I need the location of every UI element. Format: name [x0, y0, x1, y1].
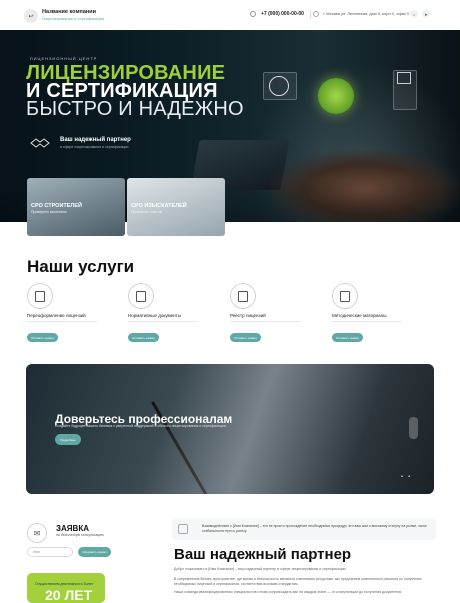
submit-request-button[interactable]: Оформить заявку — [78, 547, 111, 557]
location-icon — [313, 11, 319, 17]
phone-icon — [250, 11, 256, 17]
company-name[interactable]: Название компании — [42, 9, 96, 15]
bank-icon — [397, 72, 411, 84]
telegram-icon[interactable]: ➤ — [422, 10, 430, 18]
years-value: 20 ЛЕТ — [45, 587, 93, 603]
logo-icon[interactable]: ↩ — [24, 9, 38, 23]
service-label: Реестр лицензий — [230, 313, 266, 318]
hero-kicker: ЛИЦЕНЗИОННЫЙ ЦЕНТР — [30, 56, 98, 61]
about-paragraph: Наша команда квалифицированных специалис… — [174, 590, 402, 594]
banner-subtitle: Создайте будущее вашего бизнеса с уверен… — [55, 424, 226, 428]
phone-link[interactable]: +7 (000) 000-00-00 — [261, 11, 304, 17]
certificate-badge-icon — [318, 78, 354, 114]
trust-banner: Доверьтесь профессионалам Создайте будущ… — [26, 364, 434, 494]
service-label: Переоформление лицензий — [27, 313, 86, 318]
service-label: Методические материалы — [332, 313, 387, 318]
service-divider — [128, 321, 198, 322]
card-title: СРО СТРОИТЕЛЕЙ — [31, 203, 82, 209]
request-title: ЗАЯВКА — [56, 524, 89, 533]
card-subtitle: Проверено опытом — [131, 210, 163, 214]
quote-box: Взаимодействие с [Имя Компании] – это не… — [172, 518, 436, 540]
about-paragraph: В современном бизнес-пространстве, где в… — [174, 577, 422, 586]
card-title: СРО ИЗЫСКАТЕЛЕЙ — [131, 203, 187, 209]
address-text: г. Москва ул. Ленинская, дом 0, корп 0, … — [323, 11, 410, 16]
check-icon — [269, 76, 289, 96]
service-divider — [27, 321, 97, 322]
name-input[interactable]: Имя — [27, 547, 73, 557]
service-request-button[interactable]: Оставить заявку — [332, 333, 363, 342]
header-divider — [310, 10, 311, 18]
hero-partner-title: Ваш надежный партнер — [60, 137, 131, 143]
checklist-icon — [332, 283, 358, 309]
about-title: Ваш надежный партнер — [174, 546, 352, 563]
hero-partner-sub: в сфере лицензирования и сертификации — [60, 145, 129, 149]
services-title: Наши услуги — [27, 257, 135, 276]
about-paragraph: Добро пожаловать в [Имя Компании] – ваш … — [174, 567, 347, 571]
site-header: ↩ Название компании Лицензирование и сер… — [0, 0, 460, 30]
book-icon — [128, 283, 154, 309]
certificate-icon — [230, 283, 256, 309]
card-subtitle: Проверено качеством — [31, 210, 67, 214]
sro-surveyors-card[interactable]: СРО ИЗЫСКАТЕЛЕЙ Проверено опытом — [127, 178, 225, 236]
slider-dots[interactable]: • • — [401, 474, 412, 480]
slider-control[interactable] — [409, 417, 418, 439]
years-badge: Осуществляем деятельность более 20 ЛЕТ — [27, 573, 105, 603]
service-request-button[interactable]: Оставить заявку — [128, 333, 159, 342]
sro-builders-card[interactable]: СРО СТРОИТЕЛЕЙ Проверено качеством — [27, 178, 125, 236]
mail-icon: ✉ — [27, 523, 47, 543]
request-subtitle: на бесплатную консультацию — [56, 533, 104, 537]
quote-icon — [178, 524, 188, 534]
service-divider — [230, 321, 300, 322]
handshake-icon — [30, 138, 50, 148]
service-label: Нормативные документы — [128, 313, 181, 318]
service-request-button[interactable]: Оставить заявку — [27, 333, 58, 342]
document-icon — [27, 283, 53, 309]
hero-title-line3: БЫСТРО И НАДЕЖНО — [26, 98, 244, 120]
service-divider — [332, 321, 402, 322]
years-caption: Осуществляем деятельность более — [35, 582, 94, 586]
vk-icon[interactable]: • — [410, 10, 418, 18]
banner-more-button[interactable]: Подробнее — [55, 434, 81, 445]
company-subtitle: Лицензирование и сертификация — [42, 16, 105, 21]
service-request-button[interactable]: Оставить заявку — [230, 333, 261, 342]
quote-text: Взаимодействие с [Имя Компании] – это не… — [202, 524, 427, 533]
